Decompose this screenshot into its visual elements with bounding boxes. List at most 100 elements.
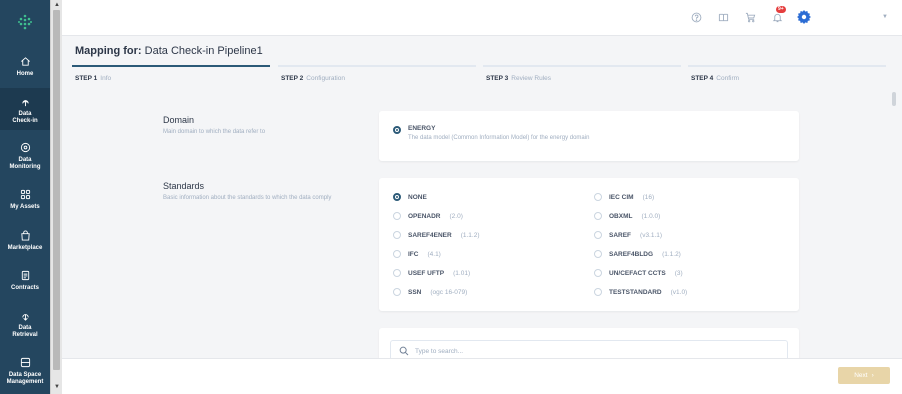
standard-option[interactable]: TESTSTANDARD (v1.0) (594, 288, 687, 296)
standard-option[interactable]: OPENADR (2.0) (393, 212, 463, 220)
radio-unselected[interactable] (594, 231, 602, 239)
upload-icon (18, 94, 32, 108)
stepper: STEP 1 Info STEP 2 Configuration STEP 3 Rev… (72, 64, 886, 86)
radio-unselected[interactable] (393, 231, 401, 239)
notification-badge: 9+ (776, 6, 786, 13)
radio-unselected[interactable] (594, 269, 602, 277)
standard-option[interactable]: SAREF4ENER (1.1.2) (393, 231, 480, 239)
home-icon (18, 54, 32, 68)
option-version: (1.01) (453, 269, 471, 277)
main-content: Mapping for: Data Check-in Pipeline1 STE… (62, 36, 902, 368)
chevron-right-icon: › (871, 372, 874, 379)
main-scrollbar-thumb[interactable] (892, 92, 896, 106)
app-logo[interactable] (0, 0, 50, 44)
standard-option[interactable]: NONE (393, 193, 427, 201)
standard-option[interactable]: SAREF (v3.1.1) (594, 231, 662, 239)
option-name: OBXML (609, 212, 633, 220)
download-icon (18, 308, 32, 322)
bag-icon (18, 228, 32, 242)
radio-unselected[interactable] (594, 288, 602, 296)
step-number: STEP 2 (281, 75, 304, 82)
sidebar-item-label: Data Check-in (12, 111, 38, 124)
radio-unselected[interactable] (594, 250, 602, 258)
scrollbar-thumb[interactable] (53, 10, 60, 370)
sidebar-item-my-assets[interactable]: My Assets (0, 187, 50, 217)
option-name: SAREF (609, 231, 632, 239)
page-title: Mapping for: Data Check-in Pipeline1 (75, 45, 263, 57)
sidebar-item-data-space-management[interactable]: Data Space Management (0, 355, 50, 394)
standard-option[interactable]: SAREF4BLDG (1.1.2) (594, 250, 681, 258)
book-icon[interactable] (715, 9, 731, 25)
standard-option[interactable]: SSN (ogc 16-079) (393, 288, 467, 296)
option-name: IFC (408, 250, 419, 258)
sidebar-item-data-retrieval[interactable]: Data Retrieval (0, 308, 50, 344)
sidebar-item-label: Data Monitoring (9, 157, 41, 170)
standard-option[interactable]: IFC (4.1) (393, 250, 441, 258)
step-review-rules[interactable]: STEP 3 Review Rules (483, 64, 681, 86)
step-name: Review Rules (511, 75, 552, 82)
domain-title: Domain (163, 115, 195, 125)
sidebar-item-label: Data Retrieval (12, 325, 38, 338)
search-input[interactable] (415, 348, 775, 355)
page-title-prefix: Mapping for: (75, 45, 142, 57)
radio-unselected[interactable] (594, 212, 602, 220)
radio-selected[interactable] (393, 126, 401, 134)
radio-selected[interactable] (393, 193, 401, 201)
cart-icon[interactable] (742, 9, 758, 25)
sidebar-item-label: Data Space Management (6, 372, 44, 385)
standard-option[interactable]: IEC CIM (16) (594, 193, 654, 201)
sidebar-item-home[interactable]: Home (0, 54, 50, 86)
option-name: SAREF4BLDG (609, 250, 654, 258)
radio-unselected[interactable] (393, 212, 401, 220)
radio-unselected[interactable] (393, 250, 401, 258)
radio-unselected[interactable] (393, 288, 401, 296)
option-name: OPENADR (408, 212, 441, 220)
sidebar: Home Data Check-in Data Monitoring My As… (0, 0, 62, 394)
option-version: (2.0) (449, 212, 463, 220)
standard-option[interactable]: OBXML (1.0.0) (594, 212, 660, 220)
logo-icon (18, 14, 32, 30)
step-number: STEP 4 (691, 75, 714, 82)
sidebar-item-data-monitoring[interactable]: Data Monitoring (0, 140, 50, 176)
option-name: IEC CIM (609, 193, 634, 201)
option-version: (1.1.2) (460, 231, 480, 239)
chevron-down-icon[interactable]: ▼ (882, 14, 888, 20)
sidebar-scrollbar[interactable]: ▲ ▼ (50, 0, 62, 394)
option-version: (v1.0) (670, 288, 688, 296)
document-icon (18, 268, 32, 282)
next-button-label: Next (854, 372, 868, 379)
standard-option[interactable]: USEF UFTP (1.01) (393, 269, 470, 277)
bell-icon[interactable]: 9+ (769, 6, 786, 25)
radio-unselected[interactable] (594, 193, 602, 201)
option-name: USEF UFTP (408, 269, 445, 277)
help-icon[interactable] (688, 9, 704, 25)
step-name: Confirm (716, 75, 740, 82)
option-name: NONE (408, 193, 427, 201)
step-info[interactable]: STEP 1 Info (72, 64, 270, 86)
option-name: ENERGY (408, 125, 436, 132)
grid-icon (18, 187, 32, 201)
domain-card: ENERGY The data model (Common Informatio… (379, 111, 799, 161)
next-button[interactable]: Next › (838, 367, 890, 384)
step-number: STEP 3 (486, 75, 509, 82)
option-name: SAREF4ENER (408, 231, 452, 239)
option-version: (16) (642, 193, 655, 201)
sidebar-item-label: Home (16, 71, 34, 77)
option-name: TESTSTANDARD (609, 288, 662, 296)
option-version: (1.0.0) (641, 212, 661, 220)
standard-option[interactable]: UN/CEFACT CCTS (3) (594, 269, 683, 277)
sidebar-item-marketplace[interactable]: Marketplace (0, 228, 50, 258)
step-confirm[interactable]: STEP 4 Confirm (688, 64, 886, 86)
sidebar-item-contracts[interactable]: Contracts (0, 268, 50, 298)
domain-description: Main domain to which the data refer to (163, 129, 266, 135)
sidebar-item-data-check-in[interactable]: Data Check-in (0, 88, 50, 130)
settings-gear-icon[interactable] (796, 9, 812, 25)
domain-option-energy[interactable]: ENERGY The data model (Common Informatio… (393, 125, 589, 141)
radio-unselected[interactable] (393, 269, 401, 277)
step-number: STEP 1 (75, 75, 98, 82)
standards-section-label: Standards Basic information about the st… (163, 181, 363, 202)
step-configuration[interactable]: STEP 2 Configuration (278, 64, 476, 86)
standards-description: Basic information about the standards to… (163, 195, 332, 201)
monitor-icon (18, 140, 32, 154)
footer-bar: Next › (62, 358, 902, 394)
